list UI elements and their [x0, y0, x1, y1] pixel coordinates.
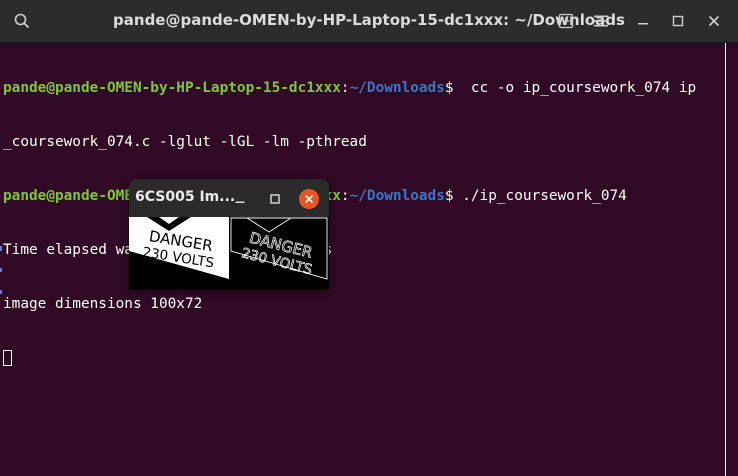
image-viewer-titlebar[interactable]: 6CS005 Im... [129, 179, 329, 217]
command-text: cc -o ip_coursework_074 ip [462, 80, 697, 96]
prompt-path: ~/Downloads [349, 80, 445, 96]
prompt-user: pande@pande-OMEN-by-HP-Laptop-15-dc1xxx [3, 80, 341, 96]
close-button[interactable] [700, 7, 728, 35]
close-icon [708, 15, 720, 27]
processed-image: DANGER 230 VOLTS DANGER 230 VOLTS [129, 217, 329, 289]
maximize-button[interactable] [664, 7, 692, 35]
window-title: pande@pande-OMEN-by-HP-Laptop-15-dc1xxx:… [113, 11, 625, 29]
left-edge-marks [0, 246, 2, 294]
minimize-icon [235, 201, 245, 203]
cursor-line [3, 349, 738, 367]
prompt-separator: : [340, 80, 350, 96]
image-viewer-title: 6CS005 Im... [135, 189, 236, 205]
prompt-line-1: pande@pande-OMEN-by-HP-Laptop-15-dc1xxx:… [3, 79, 738, 97]
prompt-dollar: $ [444, 188, 463, 204]
menu-button[interactable] [587, 7, 615, 35]
prompt-path: ~/Downloads [349, 188, 445, 204]
popup-minimize-button[interactable] [228, 187, 252, 211]
command-text-wrapped: _coursework_074.c -lglut -lGL -lm -pthre… [3, 134, 367, 150]
maximize-icon [672, 15, 684, 27]
minimize-button[interactable] [629, 7, 657, 35]
output-line-dimensions: image dimensions 100x72 [3, 296, 203, 312]
command-continuation: _coursework_074.c -lglut -lGL -lm -pthre… [3, 133, 738, 151]
output-line-time: Time elapsed was 203ns or 0.000000203s [3, 242, 332, 258]
terminal-right-border [725, 43, 726, 476]
popup-close-button[interactable] [297, 187, 321, 211]
new-tab-button[interactable] [552, 7, 580, 35]
image-viewer-window[interactable]: 6CS005 Im... DANGER 230 VOLTS DANGER 230… [129, 179, 329, 289]
maximize-icon [270, 194, 280, 204]
prompt-line-2: pande@pande-OMEN-by-HP-Laptop-15-dc1xxx:… [3, 187, 738, 205]
hamburger-menu-icon [594, 15, 608, 27]
minimize-icon [638, 23, 648, 25]
prompt-dollar: $ [444, 80, 463, 96]
text-cursor [3, 350, 12, 366]
command-text: ./ip_coursework_074 [462, 188, 627, 204]
terminal-output[interactable]: pande@pande-OMEN-by-HP-Laptop-15-dc1xxx:… [3, 43, 738, 476]
terminal-titlebar: pande@pande-OMEN-by-HP-Laptop-15-dc1xxx:… [0, 0, 738, 43]
new-tab-icon [558, 13, 574, 29]
prompt-separator: : [340, 188, 350, 204]
close-icon [299, 189, 319, 209]
popup-maximize-button[interactable] [263, 187, 287, 211]
